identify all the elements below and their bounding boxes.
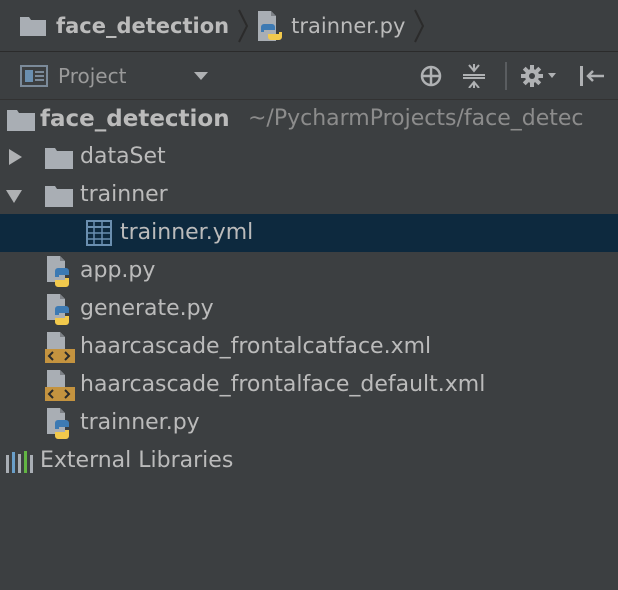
navigation-bar: face_detection trainner.py	[0, 0, 618, 52]
tree-item-app-py[interactable]: app.py	[0, 252, 618, 290]
toolbar-separator	[505, 62, 507, 90]
tree-item-generate-py[interactable]: generate.py	[0, 290, 618, 328]
tree-item-label: generate.py	[80, 296, 214, 321]
project-tree: face_detection ~/PycharmProjects/face_de…	[0, 100, 618, 480]
hide-icon[interactable]	[578, 64, 606, 88]
gear-icon[interactable]	[520, 64, 560, 88]
tree-item-label: trainner	[80, 182, 168, 207]
tree-item-label: dataSet	[80, 144, 166, 169]
xml-file-icon	[45, 332, 75, 363]
tree-item-haarcascade-frontalcatface[interactable]: haarcascade_frontalcatface.xml	[0, 328, 618, 366]
tree-root-face-detection[interactable]: face_detection ~/PycharmProjects/face_de…	[0, 100, 618, 138]
project-view-selector[interactable]: Project	[58, 52, 126, 100]
python-file-icon	[258, 10, 283, 41]
tree-item-haarcascade-frontalface-default[interactable]: haarcascade_frontalface_default.xml	[0, 366, 618, 404]
tree-item-external-libraries[interactable]: External Libraries	[0, 442, 618, 480]
collapse-arrow-icon[interactable]	[6, 189, 22, 203]
tree-root-path: ~/PycharmProjects/face_detec	[248, 106, 584, 131]
python-file-icon	[47, 408, 69, 439]
tree-item-trainner-yml[interactable]: trainner.yml	[0, 214, 618, 252]
tree-item-label: trainner.yml	[120, 220, 254, 245]
breadcrumb-file-label: trainner.py	[291, 13, 406, 38]
yml-file-icon	[86, 220, 112, 246]
folder-icon	[45, 148, 73, 169]
breadcrumb-file[interactable]: trainner.py	[257, 0, 405, 52]
dropdown-arrow-icon[interactable]	[193, 71, 209, 81]
breadcrumb-project[interactable]: face_detection	[0, 0, 229, 52]
xml-file-icon	[45, 370, 75, 401]
breadcrumb-separator-icon	[414, 9, 425, 42]
folder-icon	[7, 110, 35, 131]
expand-arrow-icon[interactable]	[8, 149, 22, 165]
tree-item-label: haarcascade_frontalface_default.xml	[80, 372, 486, 397]
python-file-icon	[47, 256, 69, 287]
collapse-all-icon[interactable]	[462, 64, 486, 88]
tree-item-trainner-folder[interactable]: trainner	[0, 176, 618, 214]
breadcrumb-separator-icon	[238, 9, 249, 42]
breadcrumb-project-label: face_detection	[56, 13, 230, 38]
tree-item-label: haarcascade_frontalcatface.xml	[80, 334, 432, 359]
project-toolwindow-header: Project	[0, 52, 618, 100]
tree-root-label: face_detection	[40, 106, 230, 132]
project-view-icon	[20, 65, 48, 87]
folder-icon	[45, 186, 73, 207]
tree-item-dataset[interactable]: dataSet	[0, 138, 618, 176]
folder-icon	[20, 16, 46, 36]
tree-item-label: trainner.py	[80, 410, 200, 435]
tree-item-label: External Libraries	[40, 448, 234, 473]
tree-item-trainner-py[interactable]: trainner.py	[0, 404, 618, 442]
tree-item-label: app.py	[80, 258, 156, 283]
external-libraries-icon	[6, 451, 33, 473]
locate-icon[interactable]	[419, 64, 443, 88]
python-file-icon	[47, 294, 69, 325]
